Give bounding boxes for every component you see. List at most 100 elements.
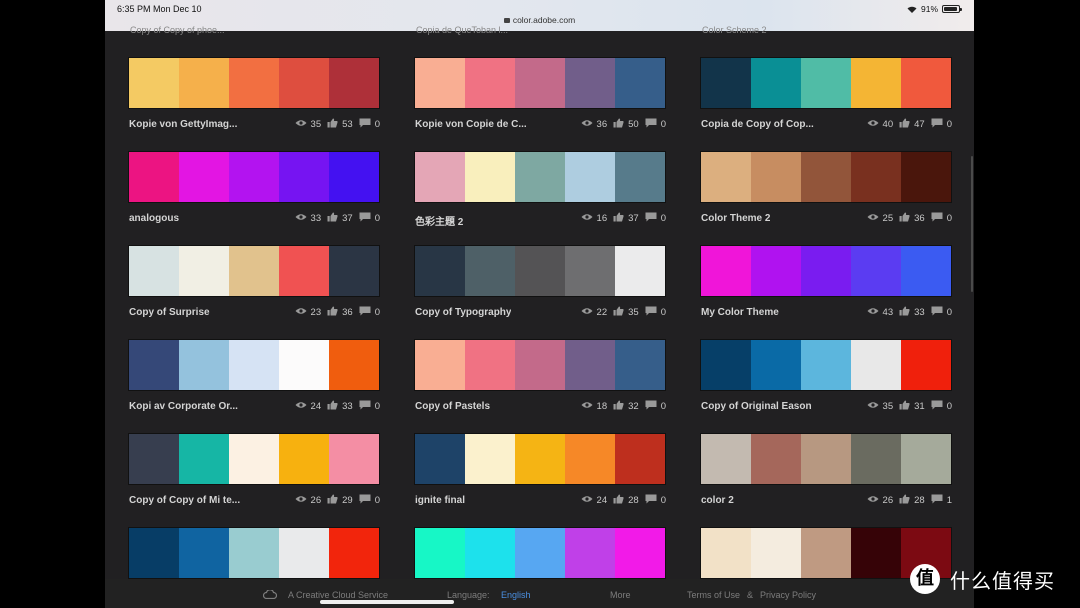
comment-icon[interactable]: [645, 118, 661, 131]
thumbs-up-icon[interactable]: [899, 494, 914, 507]
theme-card[interactable]: Copy of Pastels 18 32 0: [414, 339, 666, 429]
theme-card[interactable]: color 2 26 28 1: [700, 433, 952, 523]
comment-icon[interactable]: [931, 494, 947, 507]
color-swatch[interactable]: [415, 528, 465, 578]
color-swatch[interactable]: [901, 340, 951, 390]
likes-stat[interactable]: 33: [899, 306, 925, 319]
comments-stat[interactable]: 0: [359, 212, 380, 225]
color-palette[interactable]: [128, 245, 380, 297]
color-swatch[interactable]: [851, 528, 901, 578]
color-swatch[interactable]: [515, 434, 565, 484]
scrollbar[interactable]: [971, 156, 973, 292]
thumbs-up-icon[interactable]: [899, 118, 914, 131]
color-swatch[interactable]: [415, 434, 465, 484]
color-swatch[interactable]: [229, 58, 279, 108]
color-swatch[interactable]: [229, 246, 279, 296]
theme-card[interactable]: Kopi av Corporate Or... 24 33 0: [128, 339, 380, 429]
comments-stat[interactable]: 0: [645, 400, 666, 413]
theme-card[interactable]: ignite final 24 28 0: [414, 433, 666, 523]
comments-stat[interactable]: 0: [359, 118, 380, 131]
cc-service-link[interactable]: A Creative Cloud Service: [288, 590, 388, 600]
color-swatch[interactable]: [565, 434, 615, 484]
color-swatch[interactable]: [179, 58, 229, 108]
color-swatch[interactable]: [751, 58, 801, 108]
theme-card[interactable]: Copy of Surprise 23 36 0: [128, 245, 380, 335]
color-swatch[interactable]: [129, 152, 179, 202]
color-swatch[interactable]: [515, 246, 565, 296]
color-swatch[interactable]: [851, 152, 901, 202]
comment-icon[interactable]: [931, 212, 947, 225]
more-link[interactable]: More: [610, 590, 631, 600]
color-swatch[interactable]: [801, 434, 851, 484]
thumbs-up-icon[interactable]: [327, 118, 342, 131]
comment-icon[interactable]: [359, 400, 375, 413]
address-bar[interactable]: color.adobe.com: [105, 15, 974, 25]
comment-icon[interactable]: [359, 118, 375, 131]
color-swatch[interactable]: [615, 152, 665, 202]
comments-stat[interactable]: 0: [645, 494, 666, 507]
color-swatch[interactable]: [701, 58, 751, 108]
color-swatch[interactable]: [801, 58, 851, 108]
color-palette[interactable]: [700, 433, 952, 485]
color-swatch[interactable]: [279, 434, 329, 484]
color-swatch[interactable]: [615, 528, 665, 578]
color-swatch[interactable]: [415, 246, 465, 296]
color-swatch[interactable]: [279, 528, 329, 578]
color-swatch[interactable]: [615, 434, 665, 484]
thumbs-up-icon[interactable]: [613, 118, 628, 131]
comment-icon[interactable]: [359, 306, 375, 319]
thumbs-up-icon[interactable]: [613, 212, 628, 225]
comment-icon[interactable]: [359, 494, 375, 507]
likes-stat[interactable]: 28: [899, 494, 925, 507]
color-palette[interactable]: [414, 57, 666, 109]
theme-name[interactable]: 色彩主題 2: [415, 213, 463, 228]
color-swatch[interactable]: [901, 246, 951, 296]
thumbs-up-icon[interactable]: [899, 306, 914, 319]
comments-stat[interactable]: 0: [359, 494, 380, 507]
color-swatch[interactable]: [801, 528, 851, 578]
color-swatch[interactable]: [465, 152, 515, 202]
thumbs-up-icon[interactable]: [899, 400, 914, 413]
color-swatch[interactable]: [465, 340, 515, 390]
language-select[interactable]: English: [501, 590, 531, 600]
comment-icon[interactable]: [645, 400, 661, 413]
color-palette[interactable]: [700, 339, 952, 391]
color-swatch[interactable]: [751, 340, 801, 390]
color-swatch[interactable]: [701, 246, 751, 296]
comment-icon[interactable]: [931, 306, 947, 319]
theme-name[interactable]: Kopie von GettyImag...: [129, 119, 237, 130]
likes-stat[interactable]: 50: [613, 118, 639, 131]
color-palette[interactable]: [128, 57, 380, 109]
color-swatch[interactable]: [851, 340, 901, 390]
color-swatch[interactable]: [615, 246, 665, 296]
color-palette[interactable]: [128, 527, 380, 579]
color-swatch[interactable]: [129, 528, 179, 578]
thumbs-up-icon[interactable]: [327, 400, 342, 413]
color-swatch[interactable]: [701, 434, 751, 484]
comments-stat[interactable]: 0: [931, 212, 952, 225]
color-swatch[interactable]: [229, 340, 279, 390]
comments-stat[interactable]: 0: [645, 212, 666, 225]
privacy-link[interactable]: Privacy Policy: [760, 590, 816, 600]
color-swatch[interactable]: [465, 58, 515, 108]
theme-name[interactable]: Copy of Surprise: [129, 307, 210, 318]
color-palette[interactable]: [700, 57, 952, 109]
color-swatch[interactable]: [329, 340, 379, 390]
color-swatch[interactable]: [701, 340, 751, 390]
theme-card[interactable]: analogous 33 37 0: [128, 151, 380, 241]
likes-stat[interactable]: 31: [899, 400, 925, 413]
comments-stat[interactable]: 0: [359, 306, 380, 319]
thumbs-up-icon[interactable]: [327, 306, 342, 319]
likes-stat[interactable]: 32: [613, 400, 639, 413]
color-swatch[interactable]: [515, 58, 565, 108]
color-swatch[interactable]: [901, 152, 951, 202]
color-swatch[interactable]: [901, 58, 951, 108]
color-swatch[interactable]: [229, 152, 279, 202]
likes-stat[interactable]: 35: [613, 306, 639, 319]
color-swatch[interactable]: [329, 246, 379, 296]
color-swatch[interactable]: [565, 152, 615, 202]
color-swatch[interactable]: [901, 434, 951, 484]
color-palette[interactable]: [700, 151, 952, 203]
comments-stat[interactable]: 0: [931, 400, 952, 413]
color-swatch[interactable]: [129, 246, 179, 296]
